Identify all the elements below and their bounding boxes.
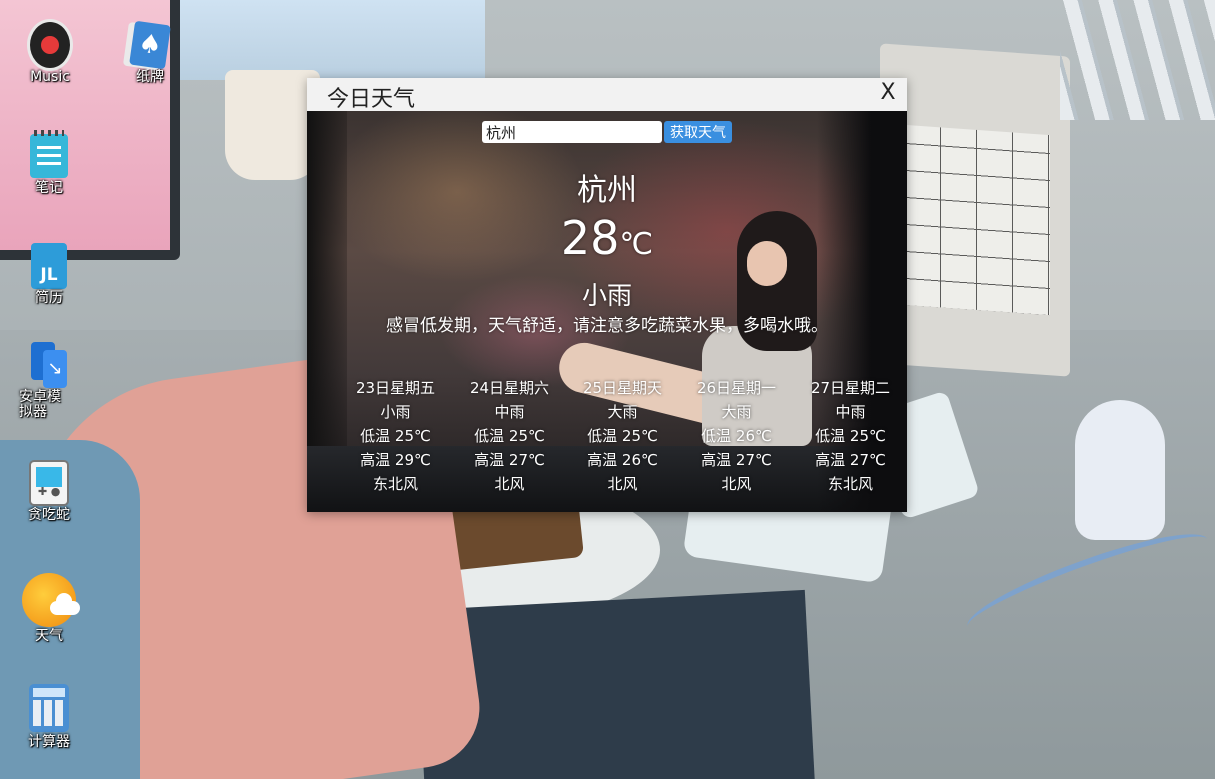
health-tip: 感冒低发期，天气舒适，请注意多吃蔬菜水果，多喝水哦。 [386,316,828,336]
wallpaper-calendar-grid [905,124,1050,316]
forecast-high: 高温 27℃ [701,451,772,469]
forecast-high: 高温 27℃ [474,451,545,469]
temperature-unit: ℃ [619,227,654,262]
city-input[interactable] [482,121,662,143]
forecast-low: 低温 25℃ [360,427,431,445]
desktop-icon-snake[interactable]: ✚ ● 贪吃蛇 [9,460,89,523]
close-button[interactable]: X [877,80,899,108]
forecast-date: 27日星期二 [810,379,891,397]
forecast-wind: 北风 [607,475,638,493]
forecast-day: 25日星期天 大雨 低温 25℃ 高温 26℃ 北风 [566,376,679,496]
forecast-high: 高温 26℃ [587,451,658,469]
forecast-wind: 北风 [721,475,752,493]
forecast-date: 23日星期五 [355,379,436,397]
current-temperature: 28℃ [307,211,907,265]
forecast-date: 26日星期一 [696,379,777,397]
game-console-icon: ✚ ● [26,460,72,506]
forecast-date: 24日星期六 [469,379,550,397]
get-weather-button[interactable]: 获取天气 [664,121,732,143]
desktop-icon-weather[interactable]: 天气 [9,573,89,644]
desktop-icon-android-emulator[interactable]: ↘ 安卓模 拟器 [9,342,89,420]
forecast-low: 低温 26℃ [701,427,772,445]
forecast-wind: 东北风 [827,475,873,493]
forecast-date: 25日星期天 [582,379,663,397]
forecast-day: 27日星期二 中雨 低温 25℃ 高温 27℃ 东北风 [794,376,907,496]
desktop-icon-solitaire[interactable]: ♠ 纸牌 [110,20,190,85]
wallpaper-mug [225,70,320,180]
window-title: 今日天气 [327,87,416,112]
current-condition: 小雨 [581,281,632,310]
desktop-icon-label: 安卓模 拟器 [19,389,61,420]
desktop-icon-resume[interactable]: JL 简历 [9,243,89,306]
calculator-icon [26,683,72,733]
forecast-day: 24日星期六 中雨 低温 25℃ 高温 27℃ 北风 [453,376,566,496]
notepad-icon [26,130,72,179]
forecast-high: 高温 27℃ [815,451,886,469]
desktop-icon-label: 笔记 [35,180,63,196]
desktop-icon-label: 简历 [35,290,63,306]
forecast-low: 低温 25℃ [815,427,886,445]
forecast-weather: 中雨 [494,403,525,421]
temperature-value: 28 [560,211,620,265]
forecast-weather: 大雨 [607,403,638,421]
desktop-icon-music[interactable]: Music [10,19,90,85]
forecast-wind: 东北风 [372,475,418,493]
wallpaper-pens [1060,0,1215,120]
desktop-icon-label: 纸牌 [136,69,164,85]
forecast-low: 低温 25℃ [474,427,545,445]
desktop-icon-notes[interactable]: 笔记 [9,130,89,196]
resume-jl-icon: JL [26,243,72,289]
playing-cards-icon: ♠ [127,20,173,70]
music-disc-icon [27,19,73,71]
desktop-icon-label: 计算器 [28,734,70,750]
forecast-weather: 中雨 [835,403,866,421]
desktop-icon-label: 贪吃蛇 [28,507,70,523]
desktop-icon-calculator[interactable]: 计算器 [9,683,89,750]
wallpaper-window [180,0,485,80]
weather-panel: 获取天气 杭州 28℃ 小雨 感冒低发期，天气舒适，请注意多吃蔬菜水果，多喝水哦… [307,111,907,512]
android-emulator-icon: ↘ [26,342,72,388]
forecast-high: 高温 29℃ [360,451,431,469]
forecast-weather: 大雨 [721,403,752,421]
forecast-day: 26日星期一 大雨 低温 26℃ 高温 27℃ 北风 [680,376,793,496]
forecast-wind: 北风 [494,475,525,493]
forecast-weather: 小雨 [380,403,411,421]
wallpaper-chibi-figure [1075,400,1165,540]
current-city: 杭州 [577,173,637,208]
forecast-low: 低温 25℃ [587,427,658,445]
window-titlebar[interactable]: 今日天气 X [307,78,907,112]
desktop-icon-label: 天气 [35,628,63,644]
weather-sun-cloud-icon [21,573,80,627]
forecast-day: 23日星期五 小雨 低温 25℃ 高温 29℃ 东北风 [339,376,452,496]
desktop-icon-label: Music [30,69,70,85]
weather-window: 今日天气 X 获取天气 杭州 28℃ 小雨 感冒低发期，天气舒适，请注意多吃蔬菜… [307,78,907,512]
